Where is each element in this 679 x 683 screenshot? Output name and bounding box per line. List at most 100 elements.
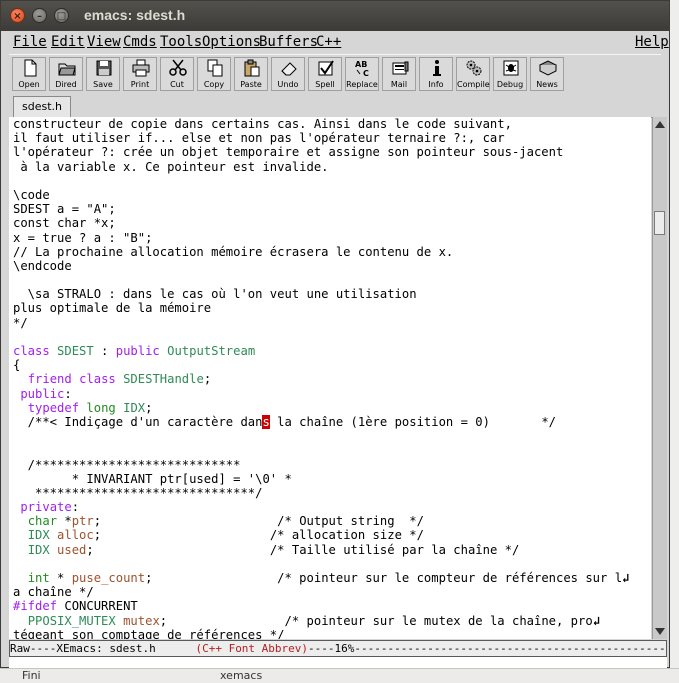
debug-button[interactable]: Debug (493, 57, 527, 91)
code-token: { (13, 358, 21, 373)
cut-button[interactable]: Cut (160, 57, 194, 91)
menu-cpp[interactable]: C++ (316, 34, 341, 50)
code-token: \code (13, 187, 50, 202)
code-token: used (57, 542, 87, 557)
code-token: : (71, 500, 80, 515)
buffer-tab-bar: sdest.h (9, 93, 661, 118)
code-token: tégeant son comptage de références */ (13, 627, 285, 639)
paste-label: Paste (240, 80, 262, 89)
close-icon[interactable]: × (10, 8, 25, 23)
code-line: typedef long IDX; (13, 401, 651, 415)
code-token: : (93, 344, 116, 358)
code-token: #ifdef (13, 599, 58, 614)
cut-label: Cut (170, 80, 184, 89)
code-token: la chaîne (1ère position = 0) */ (269, 414, 556, 429)
menu-edit[interactable]: Edit (51, 34, 85, 50)
copy-button[interactable]: Copy (197, 57, 231, 91)
info-icon (433, 60, 441, 76)
scroll-thumb[interactable] (654, 211, 665, 235)
code-token: public (115, 344, 160, 358)
code-token: OutputStream (167, 344, 256, 358)
code-token: ; /* Taille utilisé par la chaîne */ (86, 542, 520, 557)
code-line: int * puse_count; /* pointeur sur le com… (13, 571, 651, 585)
code-line: char *ptr; /* Output string */ (13, 514, 651, 528)
code-token: à la variable x. Ce pointeur est invalid… (13, 159, 329, 174)
menu-options[interactable]: Options (202, 34, 261, 50)
undo-button[interactable]: Undo (271, 57, 305, 91)
code-token: x = true ? a : "B"; (13, 230, 153, 245)
code-line: il faut utiliser if... else et non pas l… (13, 131, 651, 145)
document-icon (24, 59, 37, 77)
spell-button[interactable]: Spell (308, 57, 342, 91)
eraser-icon (281, 62, 297, 76)
code-token: il faut utiliser if... else et non pas l… (13, 131, 505, 146)
gears-icon (466, 60, 482, 76)
open-label: Open (18, 80, 40, 89)
code-line: à la variable x. Ce pointeur est invalid… (13, 160, 651, 174)
menu-view[interactable]: View (87, 34, 121, 50)
vertical-scrollbar[interactable] (652, 117, 667, 639)
info-button[interactable]: Info (419, 57, 453, 91)
menu-file[interactable]: File (13, 34, 47, 50)
tab-label: sdest.h (22, 100, 62, 113)
mail-button[interactable]: Mail (382, 57, 416, 91)
code-token: : (64, 386, 72, 401)
modeline-modes: (C++ Font Abbrev) (195, 642, 309, 655)
code-line: // La prochaine allocation mémoire écras… (13, 245, 651, 259)
compile-label: Compile (457, 80, 490, 89)
paste-button[interactable]: Paste (234, 57, 268, 91)
open-button[interactable]: Open (12, 57, 46, 91)
mail-label: Mail (390, 80, 408, 89)
code-token: // La prochaine allocation mémoire écras… (13, 244, 454, 259)
undo-label: Undo (277, 80, 299, 89)
mail-icon (392, 61, 409, 75)
code-line: /**< Indiçage d'un caractère dans la cha… (13, 414, 651, 429)
text-cursor: s (262, 414, 270, 429)
print-button[interactable]: Print (123, 57, 157, 91)
news-button[interactable]: News (530, 57, 564, 91)
svg-text:AB: AB (355, 60, 367, 69)
bug-icon (503, 60, 519, 76)
scroll-up-icon[interactable] (655, 121, 665, 128)
code-line: class SDEST : public OutputStream (13, 344, 651, 358)
menu-cmds[interactable]: Cmds (123, 34, 157, 50)
code-token: \endcode (13, 258, 72, 273)
replace-button[interactable]: AB C Replace (345, 57, 379, 91)
scroll-down-icon[interactable] (655, 628, 665, 635)
maximize-icon[interactable]: □ (54, 8, 69, 23)
code-token: /**< Indiçage d'un caractère dan (13, 414, 263, 429)
code-token: int (27, 571, 50, 585)
code-token: l'opérateur ?: crée un objet temporaire … (13, 145, 564, 160)
minimize-icon[interactable]: – (32, 8, 47, 23)
dired-button[interactable]: Dired (49, 57, 83, 91)
toolbar: Open Dired Save Print Cut Copy Paste Und… (9, 54, 661, 94)
tab-sdest-h[interactable]: sdest.h (13, 96, 71, 117)
code-line: PPOSIX_MUTEX mutex; /* pointeur sur le m… (13, 614, 651, 628)
code-line: * INVARIANT ptr[used] = '\0' * (13, 472, 651, 486)
code-token: ; (145, 400, 153, 415)
menu-help[interactable]: Help (635, 34, 669, 50)
background-text-mid: xemacs (220, 669, 263, 682)
news-label: News (536, 80, 558, 89)
copy-label: Copy (203, 80, 225, 89)
replace-icon: ABC (355, 60, 369, 77)
info-label: Info (428, 80, 444, 89)
menu-buffers[interactable]: Buffers (259, 34, 318, 50)
modeline-position: ----16% (308, 642, 355, 655)
spellcheck-icon (318, 60, 334, 76)
code-token: char (27, 514, 58, 529)
menu-tools[interactable]: Tools (160, 34, 202, 50)
editor-text-area[interactable]: constructeur de copie dans certains cas.… (9, 117, 651, 639)
compile-button[interactable]: Compile (456, 57, 490, 91)
save-button[interactable]: Save (86, 57, 120, 91)
title-bar[interactable]: × – □ emacs: sdest.h (1, 1, 669, 31)
minibuffer[interactable] (9, 657, 667, 668)
